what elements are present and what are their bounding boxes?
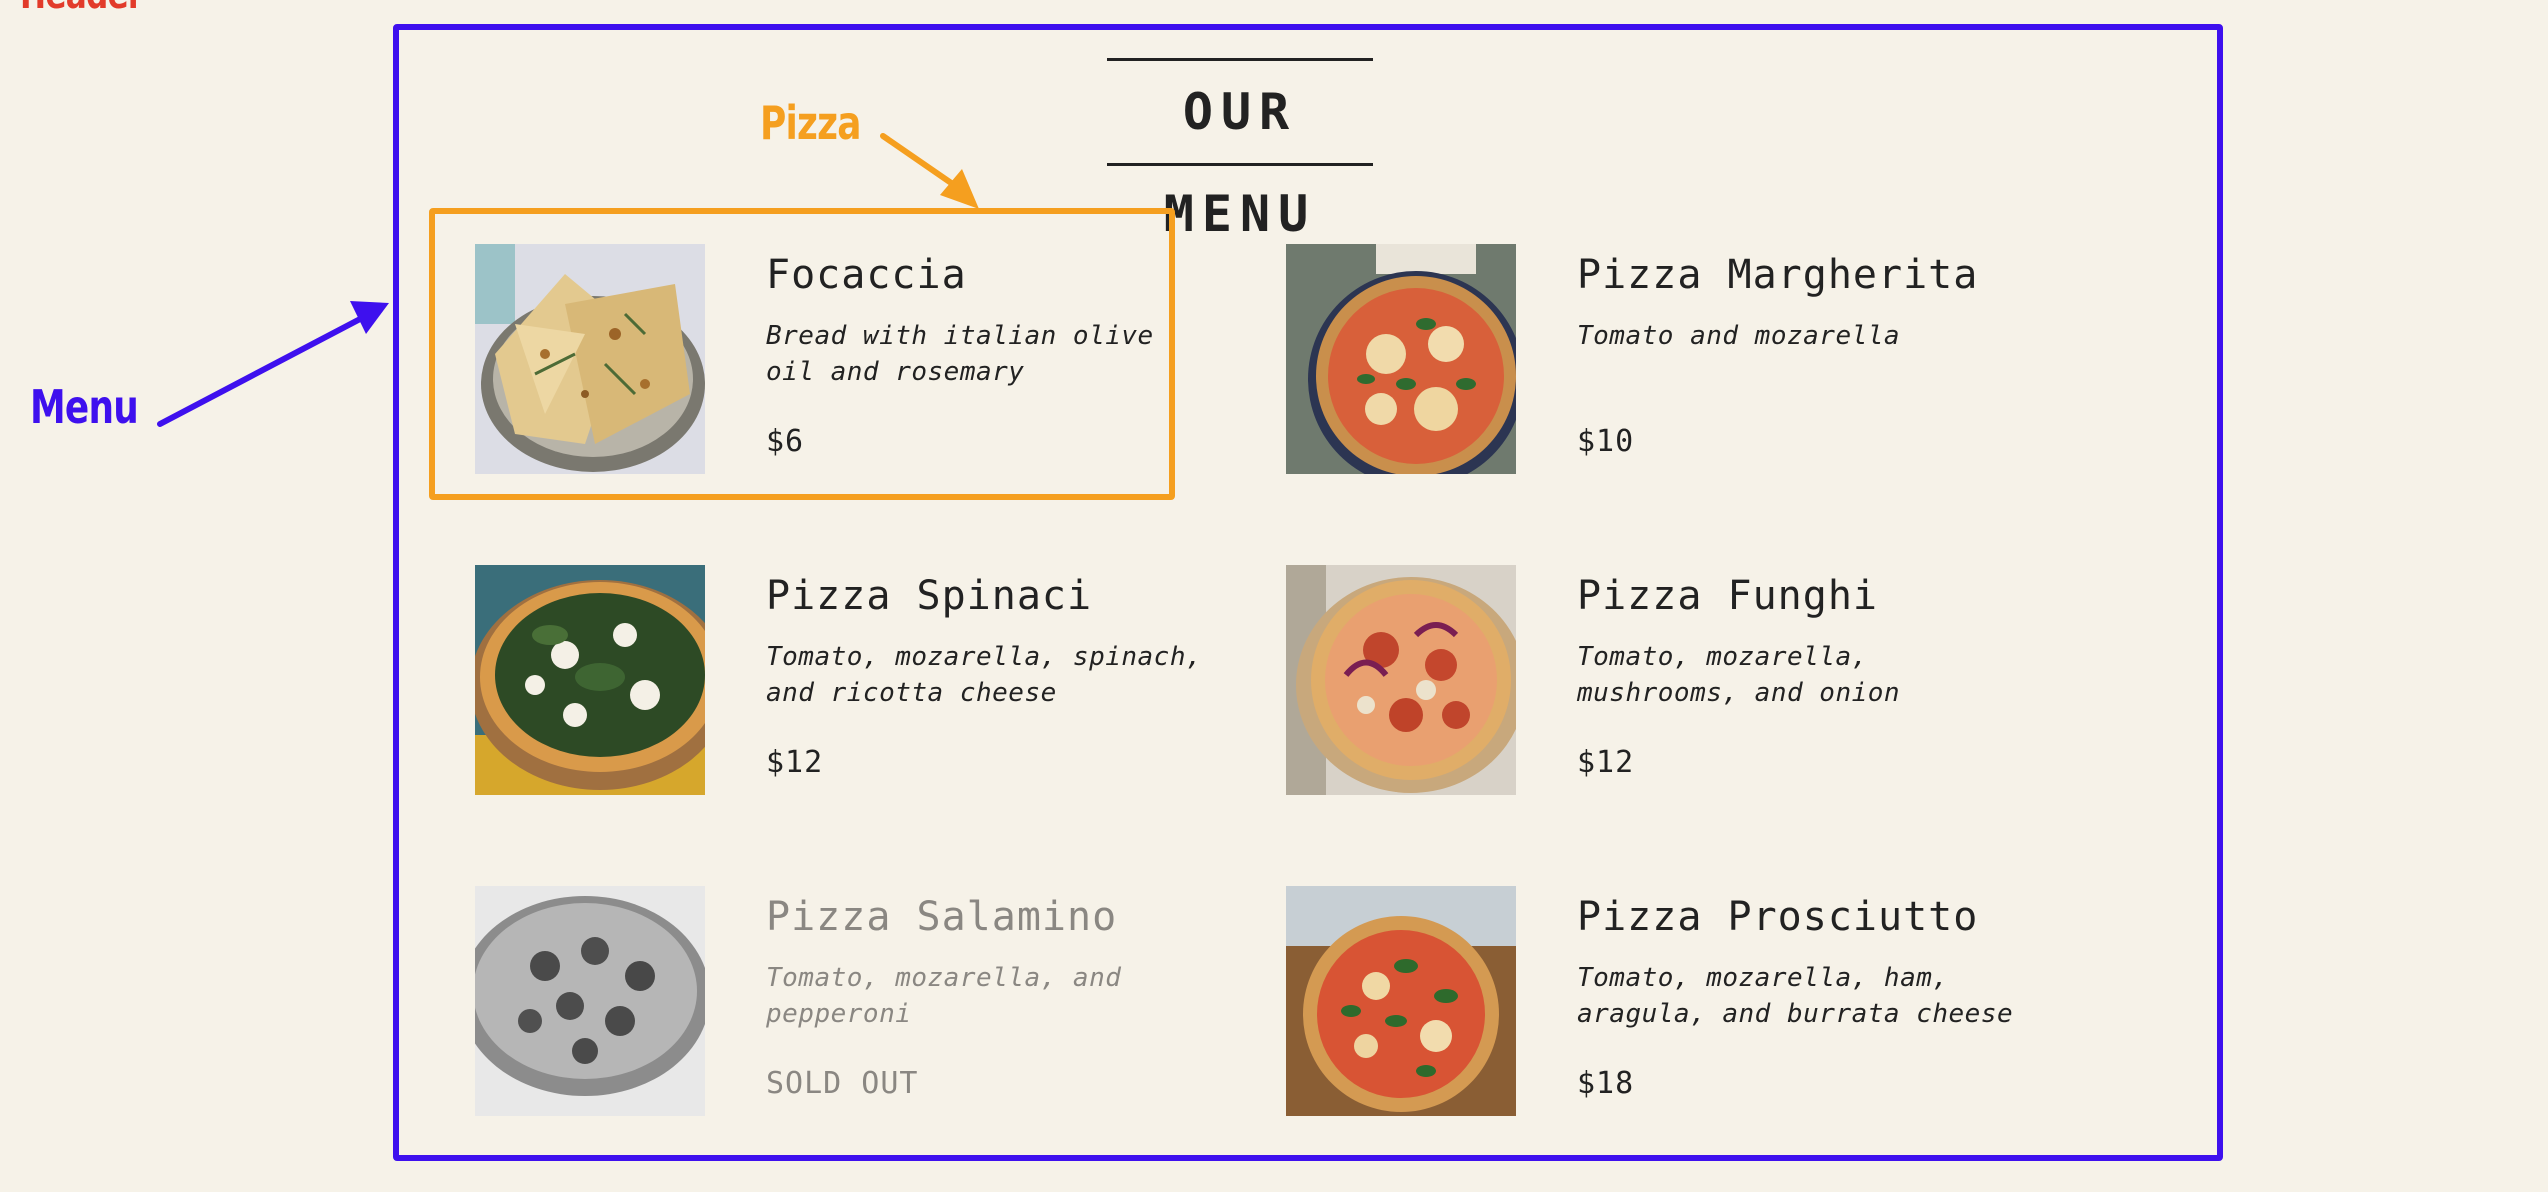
menu-item-price: $18 bbox=[1577, 1066, 1635, 1101]
menu-item-price: $12 bbox=[1577, 745, 1635, 780]
menu-item-description: Bread with italian olive oil and rosemar… bbox=[766, 321, 1154, 387]
menu-item-price: $6 bbox=[766, 424, 805, 459]
menu-item-name: Pizza Funghi bbox=[1577, 573, 1878, 619]
menu-annotation-label: Menu bbox=[30, 380, 139, 434]
menu-item-description: Tomato, mozarella, mushrooms, and onion bbox=[1577, 642, 1901, 708]
menu-item-pizza-spinaci[interactable]: Pizza Spinaci Tomato, mozarella, spinach… bbox=[475, 565, 1235, 795]
menu-item-price: $12 bbox=[766, 745, 824, 780]
menu-item-focaccia[interactable]: Focaccia Bread with italian olive oil an… bbox=[475, 244, 1235, 474]
menu-item-name: Pizza Prosciutto bbox=[1577, 894, 1979, 940]
menu-item-description: Tomato and mozarella bbox=[1577, 321, 1901, 351]
menu-arrow bbox=[157, 301, 389, 427]
menu-item-pizza-prosciutto[interactable]: Pizza Prosciutto Tomato, mozarella, ham,… bbox=[1286, 886, 2046, 1116]
menu-item-name: Pizza Spinaci bbox=[766, 573, 1093, 619]
menu-item-price: $10 bbox=[1577, 424, 1635, 459]
pizza-salamino-photo bbox=[475, 886, 705, 1116]
pizza-prosciutto-photo bbox=[1286, 886, 1516, 1116]
header-annotation-label: Header bbox=[20, 0, 143, 18]
focaccia-photo bbox=[475, 244, 705, 474]
pizza-funghi-photo bbox=[1286, 565, 1516, 795]
menu-item-description: Tomato, mozarella, and pepperoni bbox=[766, 963, 1122, 1029]
pizza-spinaci-photo bbox=[475, 565, 705, 795]
menu-item-name: Pizza Salamino bbox=[766, 894, 1118, 940]
menu-item-description: Tomato, mozarella, spinach, and ricotta … bbox=[766, 642, 1203, 708]
menu-item-pizza-salamino: Pizza Salamino Tomato, mozarella, and pe… bbox=[475, 886, 1235, 1116]
menu-title: OUR MENU bbox=[1107, 58, 1373, 243]
menu-item-pizza-margherita[interactable]: Pizza Margherita Tomato and mozarella $1… bbox=[1286, 244, 2046, 474]
menu-item-description: Tomato, mozarella, ham, aragula, and bur… bbox=[1577, 963, 2014, 1029]
sold-out-label: SOLD OUT bbox=[766, 1066, 919, 1101]
menu-item-name: Pizza Margherita bbox=[1577, 252, 1979, 298]
menu-item-name: Focaccia bbox=[766, 252, 967, 298]
menu-item-pizza-funghi[interactable]: Pizza Funghi Tomato, mozarella, mushroom… bbox=[1286, 565, 2046, 795]
pizza-margherita-photo bbox=[1286, 244, 1516, 474]
